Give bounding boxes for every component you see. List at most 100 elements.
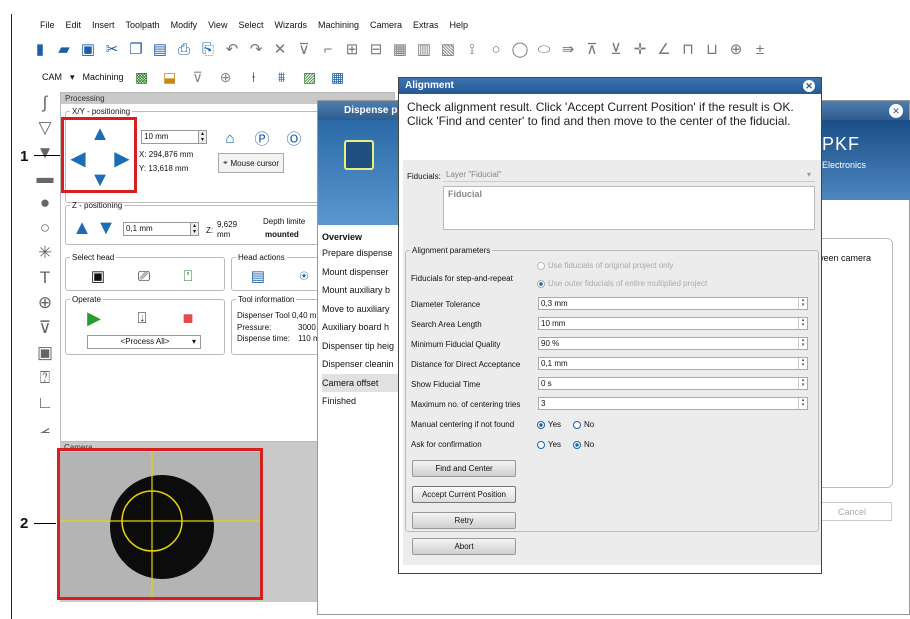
menu-machining[interactable]: Machining — [318, 20, 359, 30]
origin-icon[interactable]: Ⓞ — [283, 127, 305, 149]
abort-button[interactable]: Abort — [412, 538, 516, 555]
spinner-icon[interactable]: ▴ ▾ — [798, 398, 807, 409]
direct-acceptance-field[interactable]: 0,1 mm — [538, 357, 808, 370]
mouse-cursor-button[interactable]: ⌖ Mouse cursor — [218, 153, 284, 173]
dim2-icon[interactable]: ⊻ — [606, 39, 626, 59]
menu-view[interactable]: View — [208, 20, 227, 30]
head-camera-icon[interactable]: ⎚ — [133, 265, 155, 287]
show-fiducial-time-field[interactable]: 0 s — [538, 377, 808, 390]
spinner-icon[interactable]: ▴ ▾ — [798, 318, 807, 329]
save-icon[interactable]: ▣ — [78, 39, 98, 59]
menu-modify[interactable]: Modify — [171, 20, 198, 30]
zoom2-icon[interactable]: ± — [750, 39, 770, 59]
find-and-center-button[interactable]: Find and Center — [412, 460, 516, 477]
layer2-icon[interactable]: ⊟ — [366, 39, 386, 59]
circle-filled-icon[interactable]: ● — [33, 192, 57, 214]
crosshair-icon[interactable]: ⊕ — [33, 292, 57, 314]
asterisk-icon[interactable]: ✳ — [33, 242, 57, 264]
redo-icon[interactable]: ↷ — [246, 39, 266, 59]
diameter-tolerance-field[interactable]: 0,3 mm — [538, 297, 808, 310]
square-icon[interactable]: ▣ — [33, 342, 57, 364]
minimum-fiducial-quality-field[interactable]: 90 % — [538, 337, 808, 350]
machining-button[interactable]: Machining — [83, 72, 124, 82]
z-step-field[interactable]: 0,1 mm — [123, 222, 193, 236]
contour-icon[interactable]: ▩ — [132, 67, 152, 87]
head-action2-icon[interactable]: ⍟ — [293, 265, 315, 287]
fiducials-select[interactable]: Layer "Fiducial" ▾ — [443, 168, 815, 182]
play-icon[interactable]: ▶ — [83, 307, 105, 329]
shape-icon[interactable]: ⬭ — [534, 39, 554, 59]
ask-confirmation-no[interactable]: No — [573, 440, 594, 449]
menu-wizards[interactable]: Wizards — [274, 20, 307, 30]
undo-icon[interactable]: ↶ — [222, 39, 242, 59]
angle45-icon[interactable]: ⦟ — [33, 417, 57, 439]
option-original-fiducials[interactable]: Use fiducials of original project only — [537, 261, 673, 270]
z-step-spinner[interactable]: ▴ ▾ — [190, 222, 199, 236]
rectangle-icon[interactable]: ▬ — [33, 167, 57, 189]
delete-icon[interactable]: ✕ — [270, 39, 290, 59]
new-file-icon[interactable]: ▮ — [30, 39, 50, 59]
corner-icon[interactable]: ⌐ — [318, 39, 338, 59]
option-outer-fiducials[interactable]: Use outer fiducials of entire multiplied… — [537, 279, 707, 288]
tool-down-icon[interactable]: ⊽ — [33, 317, 57, 339]
menu-insert[interactable]: Insert — [92, 20, 115, 30]
board-icon[interactable]: ▨ — [300, 67, 320, 87]
search-area-length-field[interactable]: 10 mm — [538, 317, 808, 330]
fiducial-list-item[interactable]: Fiducial — [448, 189, 482, 199]
circle-icon[interactable]: ○ — [486, 39, 506, 59]
cancel-button[interactable]: Cancel — [812, 502, 892, 521]
zoom-icon[interactable]: ⊕ — [726, 39, 746, 59]
close-icon[interactable]: ✕ — [803, 80, 815, 92]
paste-icon[interactable]: ▤ — [150, 39, 170, 59]
angle-icon[interactable]: ∠ — [654, 39, 674, 59]
head-tool-icon[interactable]: ▣ — [87, 265, 109, 287]
menu-edit[interactable]: Edit — [66, 20, 82, 30]
xy-step-field[interactable]: 10 mm — [141, 130, 201, 144]
insulate-icon[interactable]: ⬓ — [160, 67, 180, 87]
layer-icon[interactable]: ⊞ — [342, 39, 362, 59]
spinner-icon[interactable]: ▴ ▾ — [798, 378, 807, 389]
drill-icon[interactable]: ⍿ — [244, 67, 264, 87]
measure-icon[interactable]: ⊓ — [678, 39, 698, 59]
text-icon[interactable]: T — [33, 267, 57, 289]
menu-help[interactable]: Help — [450, 20, 469, 30]
menu-file[interactable]: File — [40, 20, 55, 30]
grid3-icon[interactable]: ▧ — [438, 39, 458, 59]
pad-icon[interactable]: ⍰ — [33, 367, 57, 389]
z-up-icon[interactable]: ▲ — [71, 217, 93, 239]
print-icon[interactable]: ⎘ — [198, 39, 218, 59]
retry-button[interactable]: Retry — [412, 512, 516, 529]
process-select[interactable]: <Process All> ▾ — [87, 335, 201, 349]
park-icon[interactable]: Ⓟ — [251, 127, 273, 149]
dropdown-arrow-icon[interactable]: ▾ — [70, 72, 75, 83]
step-icon[interactable]: ⍗ — [131, 307, 153, 329]
target-icon[interactable]: ⊕ — [216, 67, 236, 87]
open-folder-icon[interactable]: ▰ — [54, 39, 74, 59]
ask-confirmation-yes[interactable]: Yes — [537, 440, 561, 449]
cam-label[interactable]: CAM — [42, 72, 62, 82]
dim-icon[interactable]: ⊼ — [582, 39, 602, 59]
measure2-icon[interactable]: ⊔ — [702, 39, 722, 59]
home-icon[interactable]: ⌂ — [219, 127, 241, 149]
max-centering-tries-field[interactable]: 3 — [538, 397, 808, 410]
fiducial-list[interactable]: Fiducial — [443, 186, 815, 230]
grid-icon[interactable]: ▦ — [390, 39, 410, 59]
close-icon[interactable]: ✕ — [889, 104, 903, 118]
manual-centering-yes[interactable]: Yes — [537, 420, 561, 429]
stop-icon[interactable]: ■ — [177, 307, 199, 329]
menu-select[interactable]: Select — [238, 20, 263, 30]
spinner-icon[interactable]: ▴ ▾ — [798, 358, 807, 369]
head-action-icon[interactable]: ▤ — [247, 265, 269, 287]
arrow-shape-icon[interactable]: ⇛ — [558, 39, 578, 59]
curve-icon[interactable]: ∫ — [33, 92, 57, 114]
menu-toolpath[interactable]: Toolpath — [126, 20, 160, 30]
circle2-icon[interactable]: ◯ — [510, 39, 530, 59]
menu-camera[interactable]: Camera — [370, 20, 402, 30]
grid2-icon[interactable]: ▥ — [414, 39, 434, 59]
head-dispenser-icon[interactable]: ⍞ — [177, 265, 199, 287]
mill-icon[interactable]: ⩩ — [272, 67, 292, 87]
spinner-icon[interactable]: ▴ ▾ — [798, 338, 807, 349]
cut-icon[interactable]: ✂ — [102, 39, 122, 59]
manual-centering-no[interactable]: No — [573, 420, 594, 429]
crosshair-icon[interactable]: ✛ — [630, 39, 650, 59]
